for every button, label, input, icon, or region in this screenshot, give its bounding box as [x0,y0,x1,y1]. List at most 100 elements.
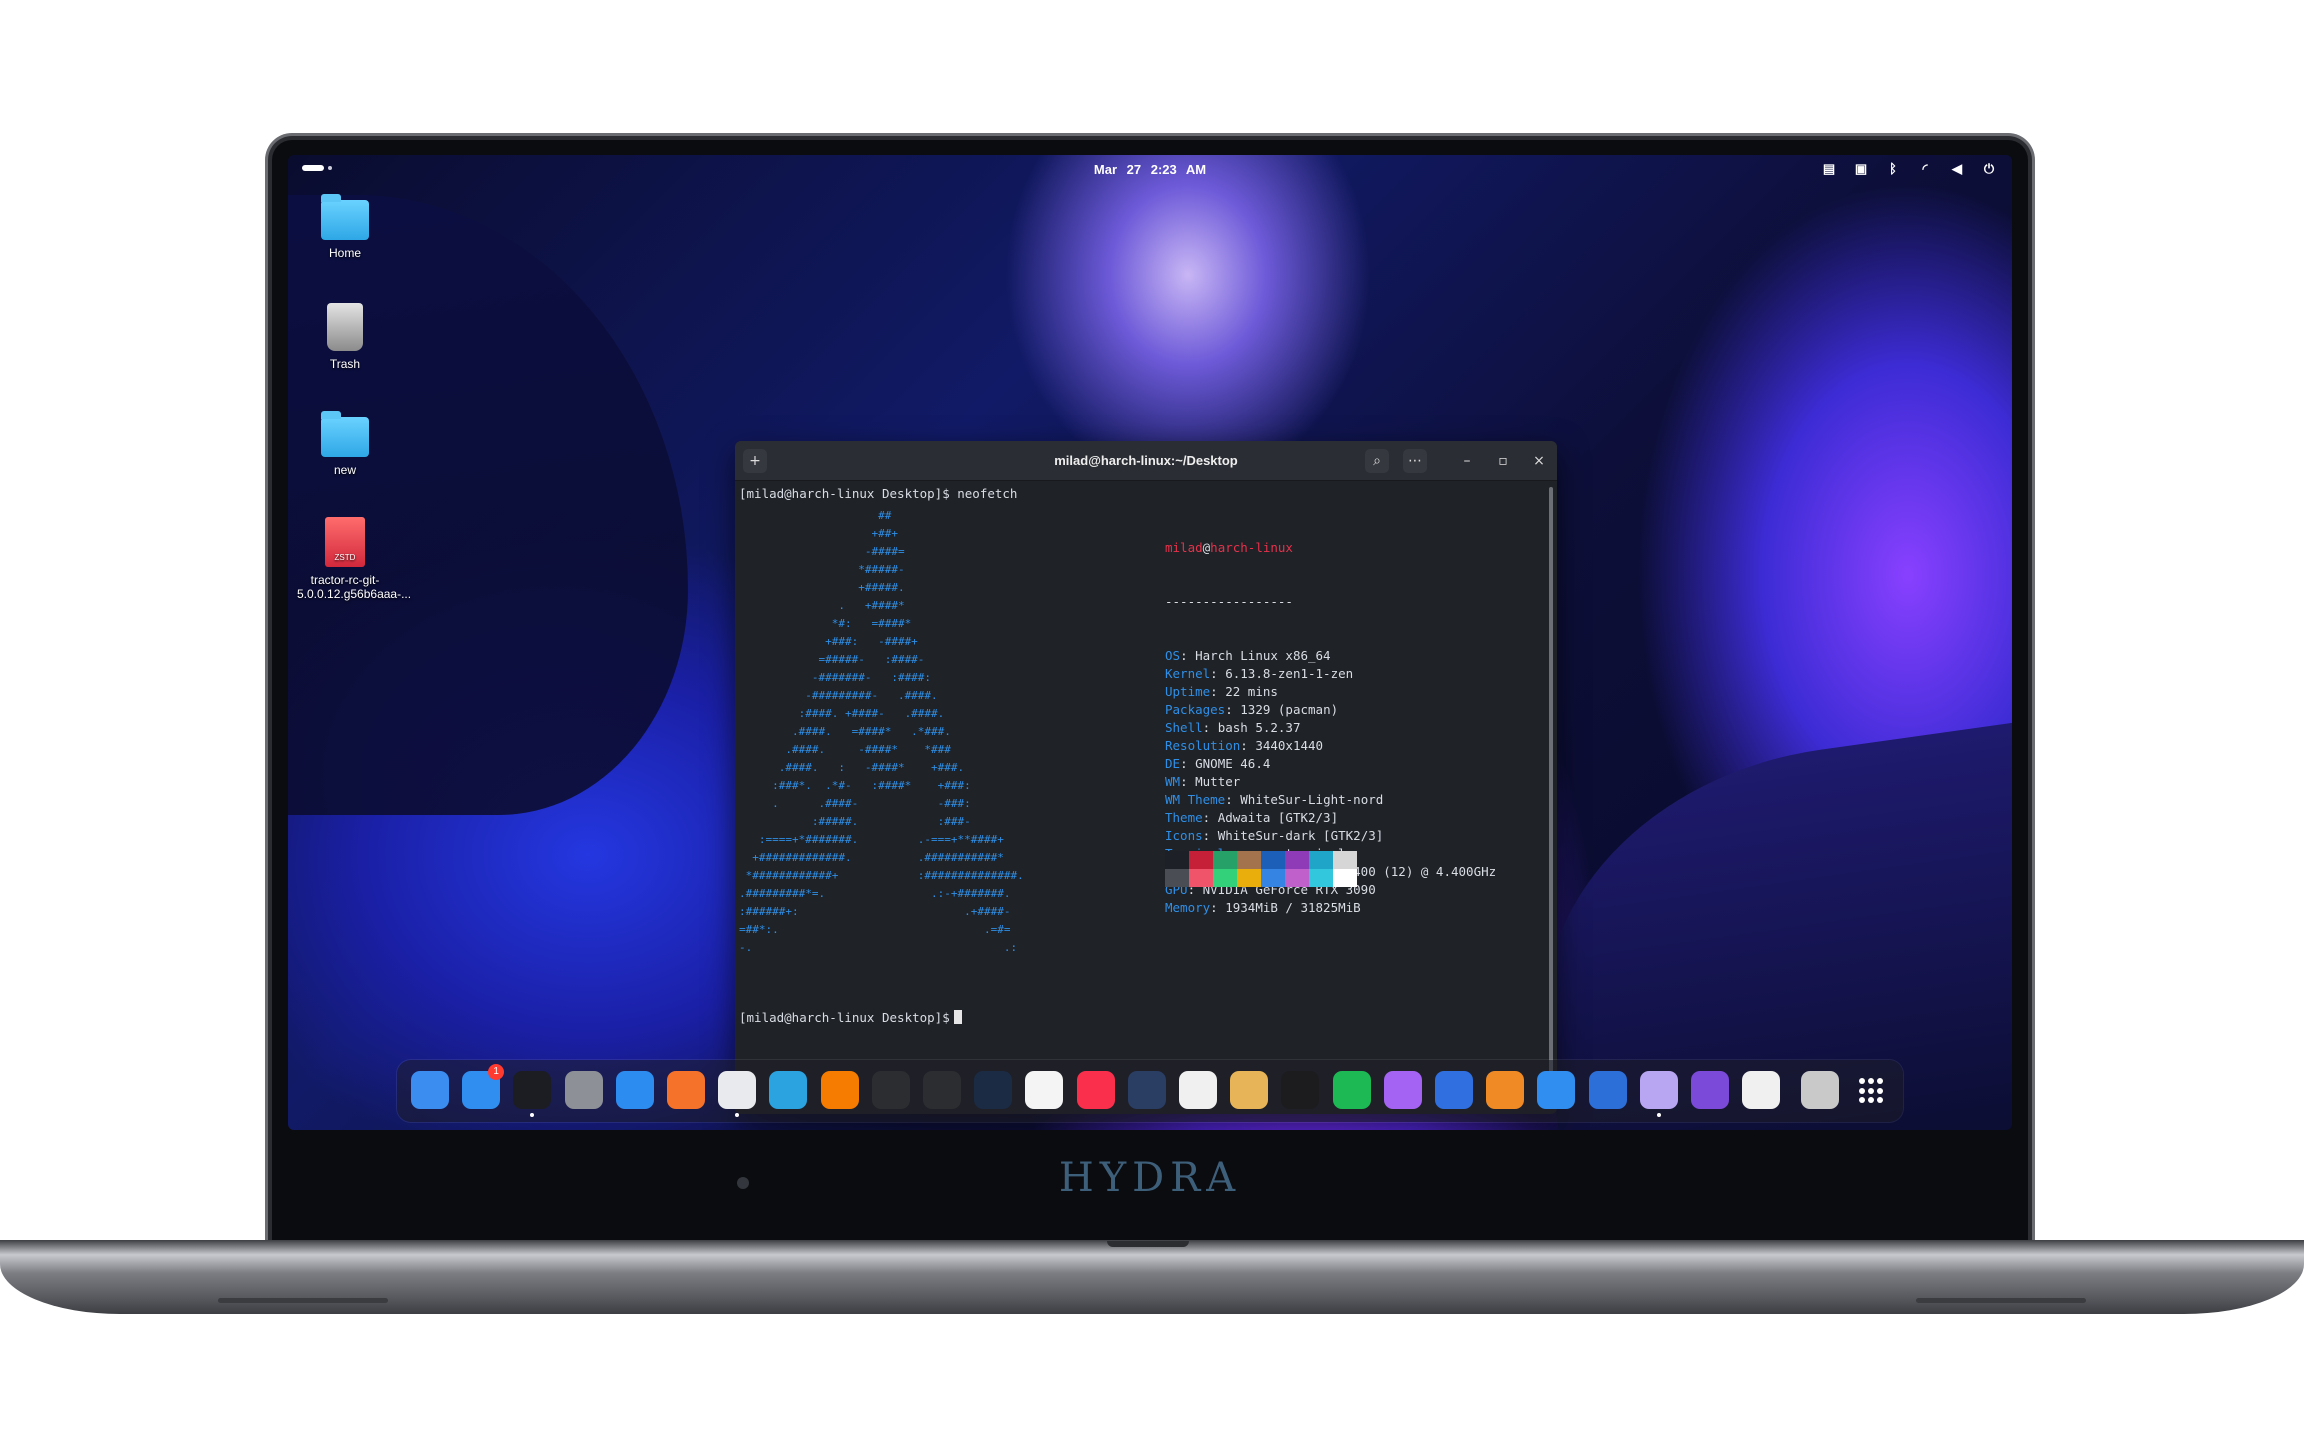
terminal-headerbar[interactable]: + milad@harch-linux:~/Desktop ⌕ ⋯ – ▫ × [735,441,1557,481]
text-cursor [953,1010,962,1024]
info-value: Harch Linux x86_64 [1195,648,1331,663]
grid-dot [1858,1087,1865,1094]
dock: 1 [397,1060,1903,1122]
activity-monitor-icon[interactable] [871,1071,910,1109]
menu-icon[interactable]: ⋯ [1403,449,1427,473]
system-monitor-icon[interactable] [1537,1071,1576,1109]
grid-dot [1858,1097,1865,1104]
close-icon[interactable]: × [1527,449,1551,473]
sync-icon[interactable] [1588,1071,1627,1109]
palette-swatch [1189,869,1213,887]
chrome-icon[interactable] [718,1071,757,1109]
info-colon: : [1202,810,1218,825]
command-line: [milad@harch-linux Desktop]$ neofetch [739,486,1018,501]
info-line: Shell: bash 5.2.37 [1165,719,1496,737]
info-colon: : [1180,774,1196,789]
info-colon: : [1240,738,1256,753]
music-icon[interactable] [1076,1071,1115,1109]
palette-swatch [1309,869,1333,887]
window-title: milad@harch-linux:~/Desktop [1054,453,1238,468]
screenshot-tool-icon[interactable] [1127,1071,1166,1109]
firefox-icon[interactable] [667,1071,705,1109]
disk-utility-icon[interactable] [1639,1071,1678,1109]
trash-dock-icon[interactable] [1801,1071,1840,1109]
wifi-icon[interactable]: ◜ [1916,161,1934,177]
info-line: Theme: Adwaita [GTK2/3] [1165,809,1496,827]
folder-icon [321,411,369,457]
separator-line: ----------------- [1165,594,1293,609]
archive-file-icon: ZSTD [325,517,365,567]
grid-dot [1876,1078,1883,1084]
search-icon[interactable]: ⌕ [1365,449,1389,473]
desktop-icon-new[interactable]: new [297,411,393,477]
vscode-icon[interactable] [974,1071,1013,1109]
software-center-icon[interactable] [1742,1071,1781,1109]
info-value: 1934MiB / 31825MiB [1225,900,1361,915]
vlc-icon[interactable] [820,1071,859,1109]
grid-dot [1867,1078,1874,1084]
info-colon: : [1210,900,1226,915]
wallpaper-shape [288,195,688,815]
vpn-shield-icon[interactable] [1435,1071,1473,1109]
bluetooth-icon[interactable]: ᛒ [1884,161,1902,177]
grid-dot [1858,1078,1865,1084]
palette-swatch [1165,869,1189,887]
safari-icon[interactable] [411,1071,449,1109]
active-prompt[interactable]: [milad@harch-linux Desktop]$ [739,1009,962,1027]
host-name: harch-linux [1210,540,1293,555]
info-value: GNOME 46.4 [1195,756,1271,771]
clock[interactable]: Mar 27 2:23 AM [288,162,2012,177]
laptop-mockup: Mar 27 2:23 AM ▤ ▣ ᛒ ◜ ◀ ⏻ Home Trash ne… [0,0,2304,1440]
text-editor-icon[interactable] [1179,1071,1217,1109]
desktop-icon-trash[interactable]: Trash [297,303,393,371]
spotify-icon[interactable] [1332,1071,1371,1109]
info-key: Shell [1165,720,1203,735]
display-icon[interactable]: ▤ [1820,161,1838,177]
running-indicator [1656,1113,1661,1117]
info-key: Theme [1165,810,1203,825]
info-value: bash 5.2.37 [1217,720,1301,735]
clock-icon[interactable] [1281,1071,1320,1109]
desktop-icon-archive[interactable]: ZSTD tractor-rc-git-5.0.0.12.g56b6aaa-..… [297,517,411,601]
terminal-output[interactable]: [milad@harch-linux Desktop]$ neofetch ##… [739,485,1539,1105]
scrollbar[interactable] [1549,487,1553,1107]
top-bar: Mar 27 2:23 AM ▤ ▣ ᛒ ◜ ◀ ⏻ [288,155,2012,183]
desktop-icon-home[interactable]: Home [297,194,393,260]
laptop-foot [1916,1298,2086,1303]
user-host: milad@harch-linux [1165,539,1496,557]
extensions-icon[interactable] [1691,1071,1729,1109]
github-icon[interactable] [1383,1071,1422,1109]
palette-swatch [1213,851,1237,869]
calculator-icon[interactable] [1230,1071,1269,1109]
brand-logo: HYDRA [1058,1155,1242,1201]
edge-icon[interactable] [1486,1071,1525,1109]
app-store-icon[interactable] [615,1071,654,1109]
system-tray[interactable]: ▤ ▣ ᛒ ◜ ◀ ⏻ [1820,161,1998,177]
palette-swatch [1309,851,1333,869]
terminal-icon[interactable] [513,1071,552,1109]
info-key: WM Theme [1165,792,1226,807]
info-line: WM Theme: WhiteSur-Light-nord [1165,791,1496,809]
trash-icon [327,303,363,351]
volume-icon[interactable]: ◀ [1948,161,1966,177]
show-apps-icon[interactable] [1858,1078,1885,1104]
info-value: Adwaita [GTK2/3] [1217,810,1339,825]
info-line: Uptime: 22 mins [1165,683,1496,701]
time-label: 2:23 AM [1150,162,1207,177]
power-icon[interactable]: ⏻ [1980,161,1998,177]
info-key: Kernel [1165,666,1211,681]
terminal-window[interactable]: + milad@harch-linux:~/Desktop ⌕ ⋯ – ▫ × … [735,441,1557,1114]
screenshot-icon[interactable]: ▣ [1852,161,1870,177]
info-colon: : [1225,702,1241,717]
blender-icon[interactable] [923,1071,961,1109]
minimize-icon[interactable]: – [1455,449,1479,473]
palette-swatch [1189,851,1213,869]
settings-icon[interactable] [564,1071,603,1109]
info-line: DE: GNOME 46.4 [1165,755,1496,773]
maximize-icon[interactable]: ▫ [1491,449,1515,473]
telegram-icon[interactable] [769,1071,808,1109]
photos-icon[interactable] [1025,1071,1064,1109]
palette-swatch [1237,869,1261,887]
info-key: WM [1165,774,1181,789]
desktop-screen: Mar 27 2:23 AM ▤ ▣ ᛒ ◜ ◀ ⏻ Home Trash ne… [288,155,2012,1130]
